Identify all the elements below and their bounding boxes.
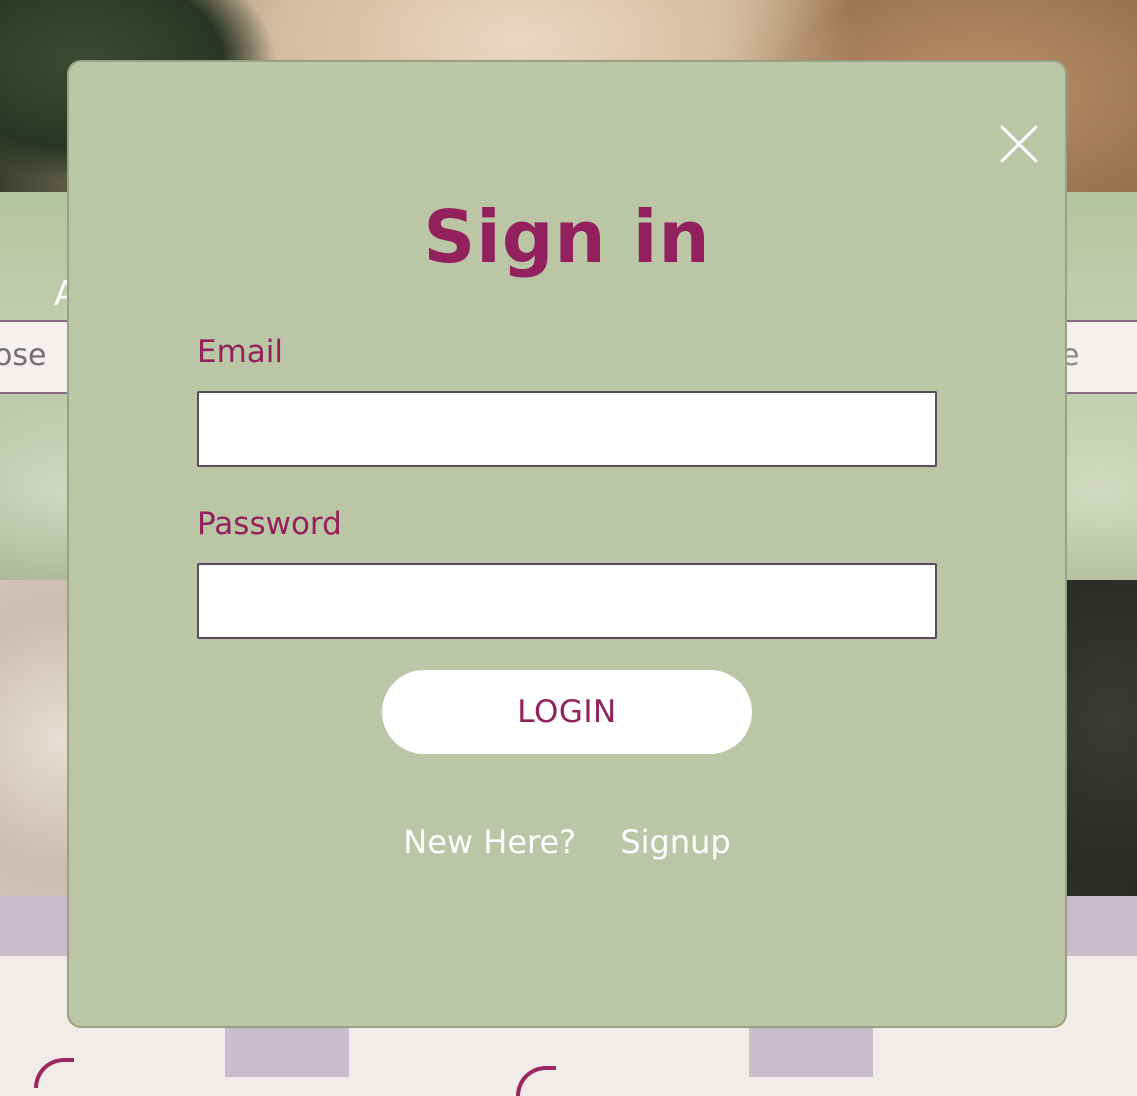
password-field[interactable] — [197, 563, 937, 639]
email-field[interactable] — [197, 391, 937, 467]
password-label: Password — [197, 506, 342, 542]
signin-modal: Sign in Email Password LOGIN New Here? S… — [67, 60, 1067, 1028]
close-icon[interactable] — [999, 124, 1039, 164]
signin-title: Sign in — [423, 195, 711, 279]
search-select-text: ose — [0, 338, 47, 373]
signup-link[interactable]: Signup — [620, 823, 730, 861]
footer-block — [225, 1027, 349, 1077]
new-here-text: New Here? — [403, 823, 577, 861]
login-button[interactable]: LOGIN — [382, 670, 752, 754]
footer-block — [749, 1027, 873, 1077]
email-label: Email — [197, 334, 284, 370]
signup-row: New Here? Signup — [69, 822, 1065, 862]
